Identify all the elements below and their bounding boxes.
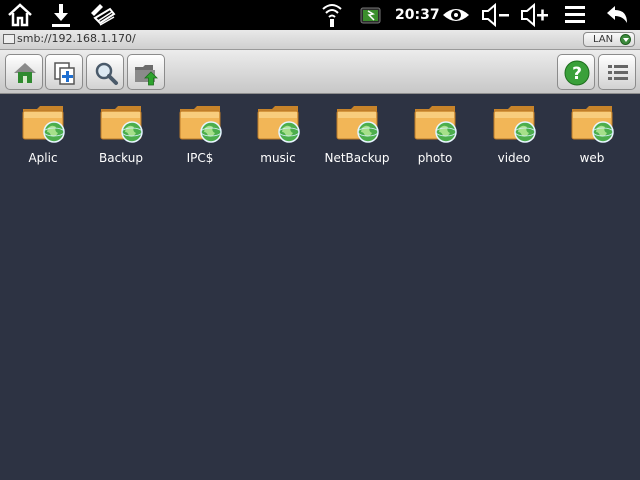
search-button[interactable] [86,54,124,90]
back-icon[interactable] [602,1,632,29]
download-icon[interactable] [48,1,74,29]
folder-item[interactable]: Backup [82,98,160,170]
folder-label: Aplic [28,151,58,165]
help-icon: ? [564,60,590,86]
folder-item[interactable]: Aplic [4,98,82,170]
svg-text:?: ? [572,64,582,84]
volume-down-icon[interactable] [480,1,512,29]
home-icon[interactable] [5,1,35,29]
folder-label: photo [417,151,453,165]
search-icon [95,62,118,85]
network-type-dropdown[interactable]: LAN [583,32,635,47]
chevron-down-icon [620,34,631,45]
network-drive-icon [3,34,15,44]
folder-item[interactable]: NetBackup [318,98,396,170]
folder-label: NetBackup [324,151,390,165]
folder-item[interactable]: IPC$ [161,98,239,170]
menu-icon[interactable] [562,1,588,29]
network-type-label: LAN [593,34,614,45]
folder-item[interactable]: music [239,98,317,170]
status-bar: 20:37 [0,0,640,30]
network-folder-icon [100,106,143,143]
wifi-icon [322,4,342,27]
folder-label: music [260,151,296,165]
eye-icon[interactable] [441,1,471,29]
current-path: smb://192.168.1.170/ [17,32,136,45]
list-view-icon [608,65,628,80]
upload-folder-button[interactable] [127,54,165,90]
new-window-button[interactable] [45,54,83,90]
volume-up-icon[interactable] [519,1,551,29]
new-window-icon [54,62,75,85]
network-folder-icon [22,106,65,143]
network-folder-icon [179,106,222,143]
network-folder-icon [493,106,536,143]
home-button[interactable] [5,54,43,90]
network-folder-icon [336,106,379,143]
folder-grid: Aplic Backup IPC$ music NetBackup photo video w… [0,98,640,178]
help-button[interactable]: ? [557,54,595,90]
clock: 20:37 [395,7,440,23]
upload-folder-icon [135,65,158,86]
folder-label: IPC$ [186,151,214,165]
path-bar: smb://192.168.1.170/ LAN [0,30,640,50]
home-icon [14,63,36,83]
network-folder-icon [571,106,614,143]
usb-debug-icon[interactable] [86,1,118,29]
network-folder-icon [257,106,300,143]
folder-item[interactable]: photo [396,98,474,170]
folder-label: Backup [99,151,143,165]
network-folder-icon [414,106,457,143]
battery-icon [360,7,381,24]
list-view-button[interactable] [598,54,636,90]
toolbar: ? [0,50,640,94]
folder-label: web [579,151,605,165]
folder-item[interactable]: web [553,98,631,170]
folder-label: video [497,151,531,165]
folder-item[interactable]: video [475,98,553,170]
